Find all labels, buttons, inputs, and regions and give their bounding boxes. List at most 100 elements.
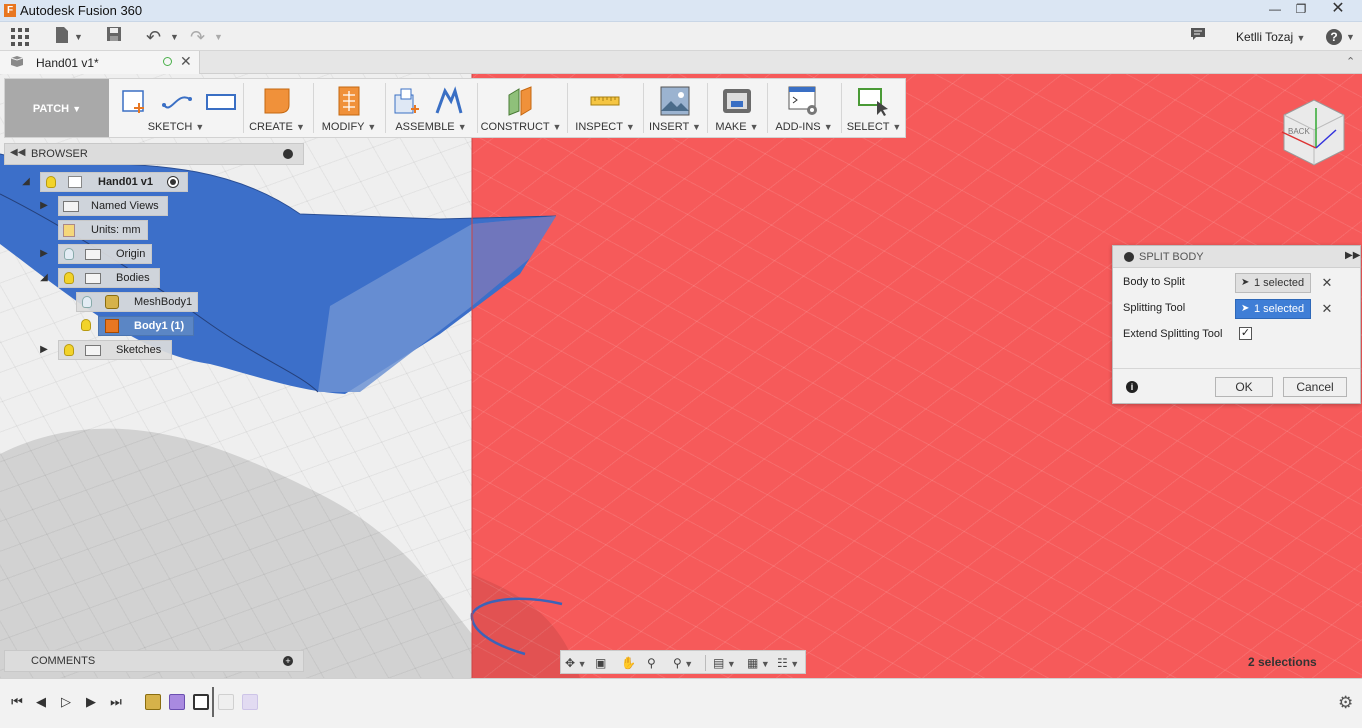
make-menu-label[interactable]: MAKE ▼ bbox=[709, 121, 765, 133]
expand-origin-icon[interactable]: ▶ bbox=[38, 247, 50, 261]
dialog-collapse-icon[interactable] bbox=[1124, 252, 1134, 262]
modify-icon[interactable] bbox=[333, 85, 365, 117]
tree-bodies[interactable]: Bodies bbox=[58, 268, 160, 288]
collapse-browser-icon[interactable]: ◀◀ bbox=[10, 147, 25, 158]
collapse-bodies-icon[interactable]: ◢ bbox=[38, 271, 50, 285]
file-menu-button[interactable]: ▼ bbox=[54, 26, 84, 48]
clear-tool-selection-icon[interactable]: ✕ bbox=[1321, 302, 1333, 316]
3d-print-icon[interactable] bbox=[721, 85, 753, 117]
tree-meshbody1[interactable]: MeshBody1 bbox=[76, 292, 198, 312]
visibility-bulb-icon[interactable] bbox=[81, 319, 91, 331]
step-forward-icon[interactable]: ▶ bbox=[83, 692, 99, 712]
new-component-icon[interactable] bbox=[391, 85, 423, 117]
assemble-group[interactable]: ASSEMBLE ▼ bbox=[387, 79, 475, 137]
save-icon[interactable] bbox=[106, 26, 124, 48]
info-icon[interactable]: i bbox=[1126, 381, 1138, 393]
collapse-chevron-icon[interactable]: ⌃ bbox=[1346, 55, 1355, 68]
ok-button[interactable]: OK bbox=[1215, 377, 1273, 397]
visibility-bulb-off-icon[interactable] bbox=[64, 248, 74, 260]
tree-named-views[interactable]: Named Views bbox=[58, 196, 168, 216]
view-cube[interactable]: BACK bbox=[1274, 90, 1354, 170]
redo-button[interactable]: ↷ ▼ bbox=[190, 26, 224, 48]
tree-root-node[interactable]: Hand01 v1 bbox=[40, 172, 188, 192]
clear-body-selection-icon[interactable]: ✕ bbox=[1321, 276, 1333, 290]
modify-group[interactable]: MODIFY ▼ bbox=[315, 79, 383, 137]
construct-menu-label[interactable]: CONSTRUCT ▼ bbox=[479, 121, 563, 133]
splitting-tool-select[interactable]: ➤ 1 selected bbox=[1235, 299, 1311, 319]
zoom-icon[interactable]: ⚲ bbox=[647, 654, 665, 672]
body-to-split-select[interactable]: ➤ 1 selected bbox=[1235, 273, 1311, 293]
close-window-button[interactable]: ✕ bbox=[1318, 1, 1358, 18]
user-account-menu[interactable]: Ketlli Tozaj ▼ bbox=[1236, 30, 1305, 44]
visibility-bulb-off-icon[interactable] bbox=[82, 296, 92, 308]
construct-plane-icon[interactable] bbox=[505, 85, 537, 117]
make-group[interactable]: MAKE ▼ bbox=[709, 79, 765, 137]
go-to-end-icon[interactable]: ⏭ bbox=[108, 692, 124, 712]
pan-hand-icon[interactable]: ✋ bbox=[621, 654, 639, 672]
data-panel-grid-icon[interactable] bbox=[10, 26, 32, 48]
sketch-menu-label[interactable]: SKETCH ▼ bbox=[111, 121, 241, 133]
scripts-addins-icon[interactable] bbox=[787, 85, 819, 117]
display-settings-icon[interactable]: ▤ ▼ bbox=[713, 654, 741, 672]
rectangle-icon[interactable] bbox=[205, 85, 237, 117]
tree-origin[interactable]: Origin bbox=[58, 244, 152, 264]
construct-group[interactable]: CONSTRUCT ▼ bbox=[479, 79, 563, 137]
viewports-icon[interactable]: ☷ ▼ bbox=[777, 654, 805, 672]
expand-root-icon[interactable]: ◢ bbox=[20, 175, 32, 189]
assemble-menu-label[interactable]: ASSEMBLE ▼ bbox=[387, 121, 475, 133]
create-patch-icon[interactable] bbox=[261, 85, 293, 117]
document-tab[interactable]: Hand01 v1* ✕ bbox=[0, 51, 200, 74]
timeline-settings-gear-icon[interactable]: ⚙ bbox=[1338, 693, 1353, 713]
extend-splitting-tool-checkbox[interactable]: ✓ bbox=[1239, 327, 1252, 340]
select-group[interactable]: SELECT ▼ bbox=[843, 79, 905, 137]
add-ins-menu-label[interactable]: ADD-INS ▼ bbox=[769, 121, 839, 133]
help-button[interactable]: ? ▼ bbox=[1326, 26, 1356, 48]
maximize-button[interactable]: ❐ bbox=[1290, 1, 1312, 18]
select-menu-label[interactable]: SELECT ▼ bbox=[843, 121, 905, 133]
fit-zoom-icon[interactable]: ⚲ ▼ bbox=[673, 654, 701, 672]
timeline-sketch-disabled-icon[interactable] bbox=[218, 694, 234, 710]
tree-units[interactable]: Units: mm bbox=[58, 220, 148, 240]
insert-image-icon[interactable] bbox=[659, 85, 691, 117]
visibility-bulb-icon[interactable] bbox=[64, 272, 74, 284]
joint-icon[interactable] bbox=[433, 85, 465, 117]
close-tab-icon[interactable]: ✕ bbox=[180, 53, 192, 70]
expand-named-views-icon[interactable]: ▶ bbox=[38, 199, 50, 213]
visibility-bulb-icon[interactable] bbox=[46, 176, 56, 188]
add-comment-icon[interactable]: + bbox=[283, 656, 293, 666]
dialog-header[interactable]: SPLIT BODY ▶▶ bbox=[1113, 246, 1360, 268]
step-back-icon[interactable]: ◀ bbox=[33, 692, 49, 712]
visibility-bulb-icon[interactable] bbox=[64, 344, 74, 356]
minimize-button[interactable]: — bbox=[1264, 1, 1286, 18]
sketch-group[interactable]: SKETCH ▼ bbox=[111, 79, 241, 137]
orbit-icon[interactable]: ✥ ▼ bbox=[565, 654, 591, 672]
timeline-mesh-convert-icon[interactable] bbox=[169, 694, 185, 710]
go-to-start-icon[interactable]: ⏮ bbox=[9, 692, 25, 712]
comments-panel-header[interactable]: COMMENTS + bbox=[4, 650, 304, 672]
timeline-marker[interactable] bbox=[212, 687, 214, 717]
create-group[interactable]: CREATE ▼ bbox=[245, 79, 309, 137]
timeline-split-feature-icon[interactable] bbox=[242, 694, 258, 710]
select-icon[interactable] bbox=[857, 85, 889, 117]
workspace-switcher[interactable]: PATCH ▼ bbox=[5, 79, 109, 137]
modify-menu-label[interactable]: MODIFY ▼ bbox=[315, 121, 383, 133]
measure-icon[interactable] bbox=[589, 85, 621, 117]
browser-minimize-icon[interactable] bbox=[283, 149, 293, 159]
create-sketch-icon[interactable] bbox=[119, 85, 151, 117]
undo-button[interactable]: ↶ ▼ bbox=[146, 26, 180, 48]
inspect-group[interactable]: INSPECT ▼ bbox=[569, 79, 641, 137]
insert-menu-label[interactable]: INSERT ▼ bbox=[645, 121, 705, 133]
insert-group[interactable]: INSERT ▼ bbox=[645, 79, 705, 137]
cancel-button[interactable]: Cancel bbox=[1283, 377, 1347, 397]
inspect-menu-label[interactable]: INSPECT ▼ bbox=[569, 121, 641, 133]
spline-icon[interactable] bbox=[161, 85, 193, 117]
timeline-mesh-feature-icon[interactable] bbox=[145, 694, 161, 710]
timeline-sketch-icon[interactable] bbox=[193, 694, 209, 710]
tree-sketches[interactable]: Sketches bbox=[58, 340, 172, 360]
look-at-icon[interactable]: ▣ bbox=[595, 654, 613, 672]
tree-body1[interactable]: Body1 (1) bbox=[98, 316, 194, 336]
grid-settings-icon[interactable]: ▦ ▼ bbox=[747, 654, 775, 672]
create-menu-label[interactable]: CREATE ▼ bbox=[245, 121, 309, 133]
expand-dialog-icon[interactable]: ▶▶ bbox=[1345, 250, 1360, 261]
add-ins-group[interactable]: ADD-INS ▼ bbox=[769, 79, 839, 137]
